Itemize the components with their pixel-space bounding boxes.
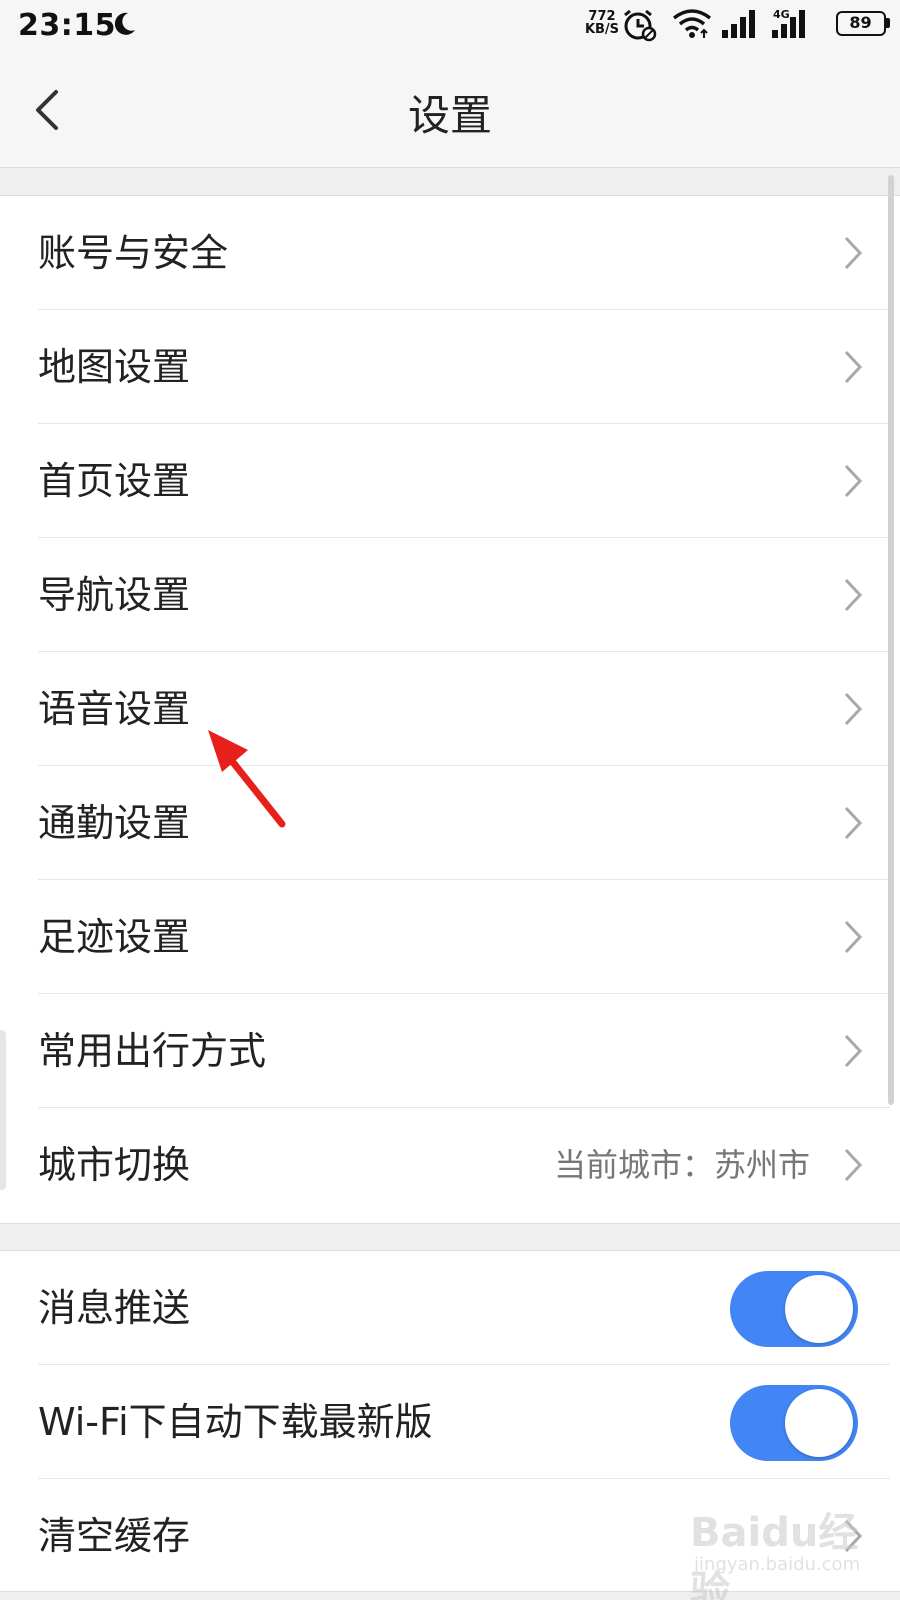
push-notifications-toggle[interactable] <box>730 1271 858 1347</box>
edge-handle <box>0 1030 6 1190</box>
current-city-value: 当前城市：苏州市 <box>553 1146 810 1184</box>
settings-item-label: 清空缓存 <box>38 1514 191 1558</box>
moon-icon <box>114 12 135 35</box>
settings-item-commute[interactable]: 通勤设置 <box>0 766 900 880</box>
signal-icon <box>722 10 755 38</box>
chevron-right-icon <box>844 464 863 498</box>
settings-item-voice[interactable]: 语音设置 <box>0 652 900 766</box>
app-header: 设置 <box>0 52 900 168</box>
status-time: 23:15 <box>18 8 116 43</box>
wifi-auto-download-toggle[interactable] <box>730 1385 858 1461</box>
battery-cap <box>886 18 890 28</box>
battery-icon: 89 <box>836 11 886 36</box>
settings-item-map[interactable]: 地图设置 <box>0 310 900 424</box>
scrollbar[interactable] <box>888 175 894 1105</box>
watermark-logo: Baidu经验 <box>690 1510 859 1600</box>
settings-item-label: 账号与安全 <box>38 231 229 275</box>
settings-item-label: 足迹设置 <box>38 915 191 959</box>
chevron-right-icon <box>844 236 863 270</box>
toggle-knob <box>785 1275 853 1343</box>
chevron-right-icon <box>844 1034 863 1068</box>
wifi-icon <box>672 9 712 38</box>
settings-item-label: 地图设置 <box>38 345 191 389</box>
network-speed: 772 KB/S <box>582 10 622 36</box>
chevron-right-icon <box>844 350 863 384</box>
battery-level: 89 <box>849 13 872 32</box>
watermark-url: jingyan.baidu.com <box>694 1554 861 1575</box>
settings-item-travel-mode[interactable]: 常用出行方式 <box>0 994 900 1108</box>
settings-item-label: 导航设置 <box>38 573 191 617</box>
settings-item-label: 常用出行方式 <box>38 1029 267 1073</box>
settings-item-footprint[interactable]: 足迹设置 <box>0 880 900 994</box>
toggle-knob <box>785 1389 853 1457</box>
annotation-arrow-icon <box>208 730 286 828</box>
network-type-label: 4G <box>773 8 790 21</box>
chevron-right-icon <box>844 806 863 840</box>
settings-item-wifi-auto-download: Wi-Fi下自动下载最新版 <box>0 1365 900 1479</box>
chevron-right-icon <box>844 578 863 612</box>
settings-item-label: Wi-Fi下自动下载最新版 <box>38 1400 433 1444</box>
alarm-icon <box>624 9 657 42</box>
settings-item-label: 城市切换 <box>38 1143 191 1187</box>
page-title: 设置 <box>407 91 492 140</box>
settings-item-push-notifications: 消息推送 <box>0 1251 900 1365</box>
settings-item-homepage[interactable]: 首页设置 <box>0 424 900 538</box>
chevron-right-icon <box>844 920 863 954</box>
settings-item-navigation[interactable]: 导航设置 <box>0 538 900 652</box>
settings-item-label: 消息推送 <box>38 1286 191 1330</box>
settings-group-main: 账号与安全 地图设置 首页设置 导航设置 语音设置 通勤设置 足迹设置 常用出行… <box>0 195 900 1224</box>
settings-item-city-switch[interactable]: 城市切换 当前城市：苏州市 <box>0 1108 900 1222</box>
settings-item-account-security[interactable]: 账号与安全 <box>0 196 900 310</box>
network-speed-unit: KB/S <box>584 22 620 37</box>
settings-item-label: 首页设置 <box>38 459 191 503</box>
baidu-watermark: Baidu经验 jingyan.baidu.com <box>690 1500 880 1600</box>
settings-item-label: 语音设置 <box>38 687 191 731</box>
chevron-right-icon <box>844 692 863 726</box>
settings-item-label: 通勤设置 <box>38 801 191 845</box>
status-bar: 23:15 772 KB/S 4G 89 <box>0 0 900 52</box>
chevron-right-icon <box>844 1148 863 1182</box>
